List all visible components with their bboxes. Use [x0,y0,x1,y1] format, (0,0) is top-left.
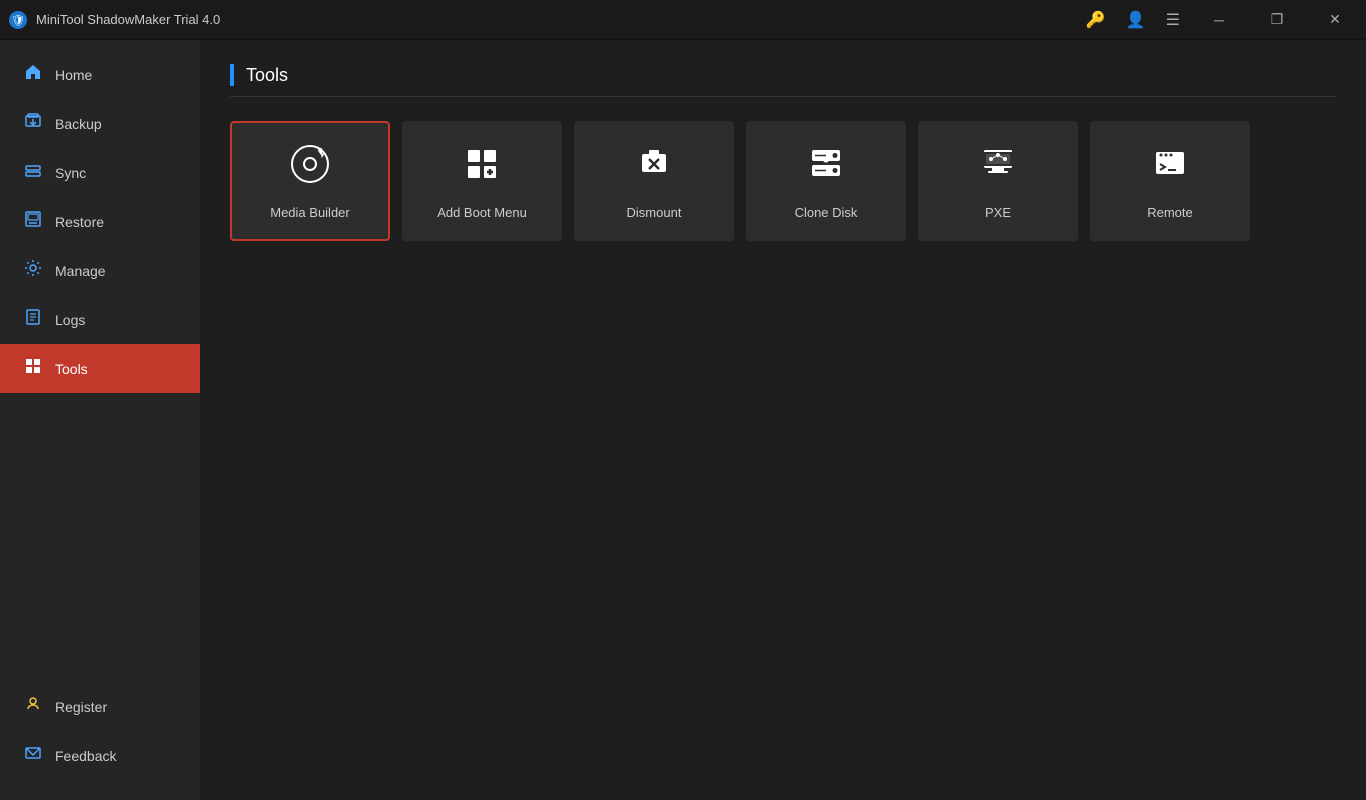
main-content: Tools Media Builder [200,40,1366,800]
dismount-icon [632,142,676,195]
close-button[interactable]: ✕ [1312,0,1358,40]
sidebar-item-tools[interactable]: Tools [0,344,200,393]
sidebar-item-sync[interactable]: Sync [0,148,200,197]
sidebar-item-register-label: Register [55,699,107,715]
sidebar-item-sync-label: Sync [55,165,86,181]
sidebar-item-restore[interactable]: Restore [0,197,200,246]
tool-card-media-builder[interactable]: Media Builder [230,121,390,241]
sidebar-item-backup-label: Backup [55,116,102,132]
home-icon [23,63,43,86]
page-title: Tools [246,65,288,86]
sidebar-item-register[interactable]: Register [0,682,200,731]
sidebar-item-logs-label: Logs [55,312,85,328]
person-icon[interactable]: 👤 [1122,6,1150,34]
register-icon [23,695,43,718]
backup-icon [23,112,43,135]
titlebar: 🛡 MiniTool ShadowMaker Trial 4.0 🔑 👤 ☰ ─… [0,0,1366,40]
tools-icon [23,357,43,380]
titlebar-left: 🛡 MiniTool ShadowMaker Trial 4.0 [8,10,220,30]
add-boot-menu-icon [460,142,504,195]
tool-card-media-builder-label: Media Builder [270,205,350,220]
page-title-accent [230,64,234,86]
sidebar-item-feedback[interactable]: Feedback [0,731,200,780]
minimize-button[interactable]: ─ [1196,0,1242,40]
sidebar-item-manage[interactable]: Manage [0,246,200,295]
sidebar-item-manage-label: Manage [55,263,106,279]
clone-disk-icon [804,142,848,195]
remote-icon [1148,142,1192,195]
sidebar-item-restore-label: Restore [55,214,104,230]
sidebar: Home Backup Sync [0,40,200,800]
sidebar-item-home[interactable]: Home [0,50,200,99]
tool-card-dismount-label: Dismount [627,205,682,220]
menu-icon[interactable]: ☰ [1162,6,1184,34]
sidebar-item-logs[interactable]: Logs [0,295,200,344]
tool-card-pxe[interactable]: PXE [918,121,1078,241]
key-icon[interactable]: 🔑 [1082,6,1110,34]
pxe-icon [976,142,1020,195]
tool-card-clone-disk[interactable]: Clone Disk [746,121,906,241]
feedback-icon [23,744,43,767]
media-builder-icon [288,142,332,195]
tools-grid: Media Builder Add Boot Men [230,121,1336,241]
sidebar-item-feedback-label: Feedback [55,748,116,764]
tool-card-add-boot-menu[interactable]: Add Boot Menu [402,121,562,241]
sidebar-bottom: Register Feedback [0,682,200,800]
tool-card-add-boot-menu-label: Add Boot Menu [437,205,527,220]
sidebar-item-tools-label: Tools [55,361,88,377]
restore-icon [23,210,43,233]
sync-icon [23,161,43,184]
restore-button[interactable]: ❐ [1254,0,1300,40]
tool-card-remote-label: Remote [1147,205,1193,220]
app-title: MiniTool ShadowMaker Trial 4.0 [36,12,220,27]
tool-card-remote[interactable]: Remote [1090,121,1250,241]
tool-card-clone-disk-label: Clone Disk [795,205,858,220]
svg-text:🛡: 🛡 [11,14,25,27]
app-body: Home Backup Sync [0,40,1366,800]
app-icon: 🛡 [8,10,28,30]
tool-card-dismount[interactable]: Dismount [574,121,734,241]
titlebar-controls: 🔑 👤 ☰ ─ ❐ ✕ [1082,0,1358,40]
tool-card-pxe-label: PXE [985,205,1011,220]
sidebar-item-backup[interactable]: Backup [0,99,200,148]
page-header: Tools [230,64,1336,97]
sidebar-item-home-label: Home [55,67,92,83]
manage-icon [23,259,43,282]
logs-icon [23,308,43,331]
